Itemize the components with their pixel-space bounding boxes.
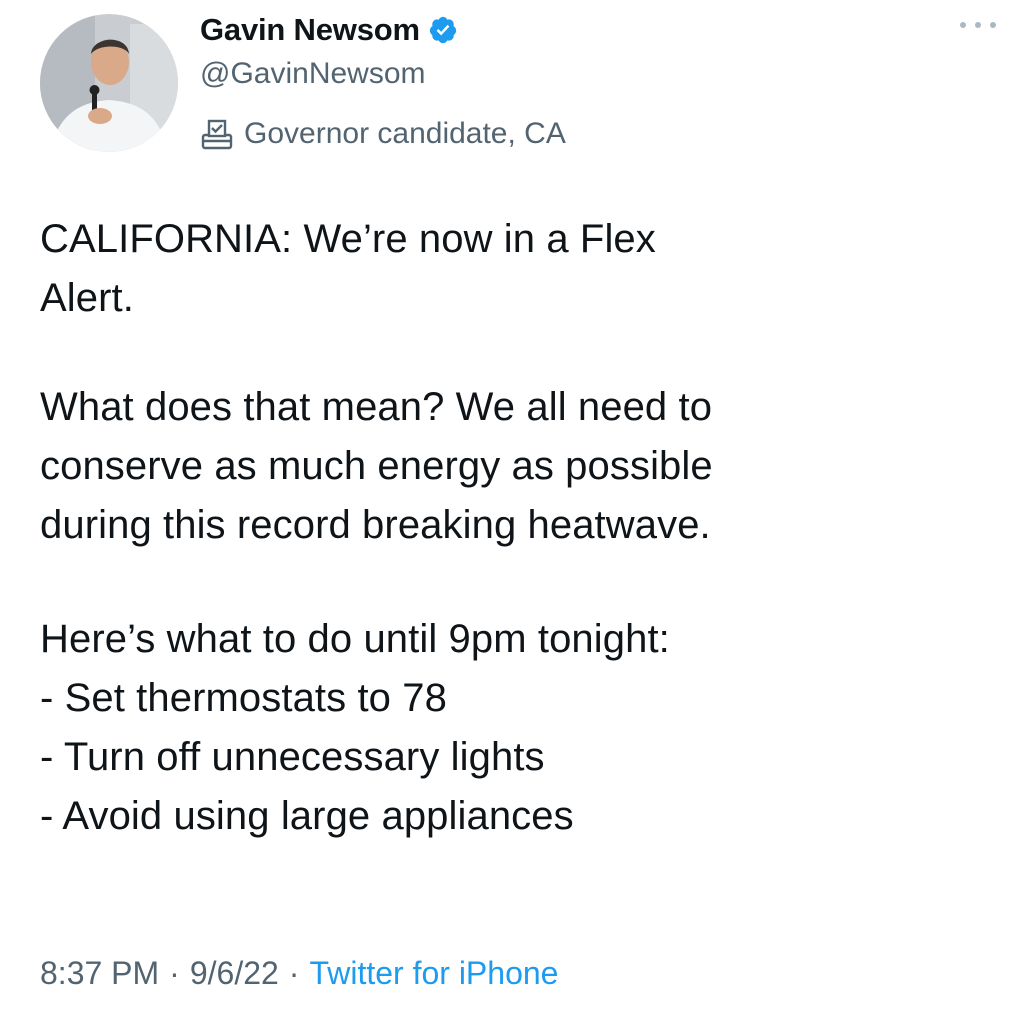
meta-separator: · [169, 955, 180, 991]
display-name[interactable]: Gavin Newsom [200, 12, 420, 48]
tweet-line: Here’s what to do until 9pm tonight: [40, 617, 670, 661]
verified-badge-icon [429, 16, 456, 44]
more-options-icon[interactable] [960, 14, 996, 36]
tweet-line: during this record breaking heatwave. [40, 503, 711, 547]
tweet-meta: 8:37 PM · 9/6/22 · Twitter for iPhone [40, 955, 558, 992]
meta-separator: · [288, 955, 300, 991]
affiliation-text: Governor candidate, CA [244, 117, 566, 150]
author-name-row[interactable]: Gavin Newsom [200, 8, 458, 52]
tweet-line: What does that mean? We all need to [40, 385, 713, 429]
tweet-line: CALIFORNIA: We’re now in a Flex [40, 217, 656, 261]
tweet-date[interactable]: 9/6/22 [190, 955, 279, 991]
tweet-line: - Avoid using large appliances [40, 794, 574, 838]
tweet-line: Alert. [40, 276, 134, 320]
more-dot [960, 22, 966, 28]
author-handle[interactable]: @GavinNewsom [200, 57, 426, 91]
tweet-line: - Turn off unnecessary lights [40, 735, 545, 779]
tweet-line: - Set thermostats to 78 [40, 676, 447, 720]
avatar[interactable] [40, 14, 178, 152]
tweet-time[interactable]: 8:37 PM [40, 955, 159, 991]
more-dot [990, 22, 996, 28]
tweet-source-link[interactable]: Twitter for iPhone [309, 955, 558, 991]
tweet-line: conserve as much energy as possible [40, 444, 713, 488]
affiliation-label: Governor candidate, CA [200, 112, 566, 156]
more-dot [975, 22, 981, 28]
ballot-box-icon [201, 119, 233, 150]
